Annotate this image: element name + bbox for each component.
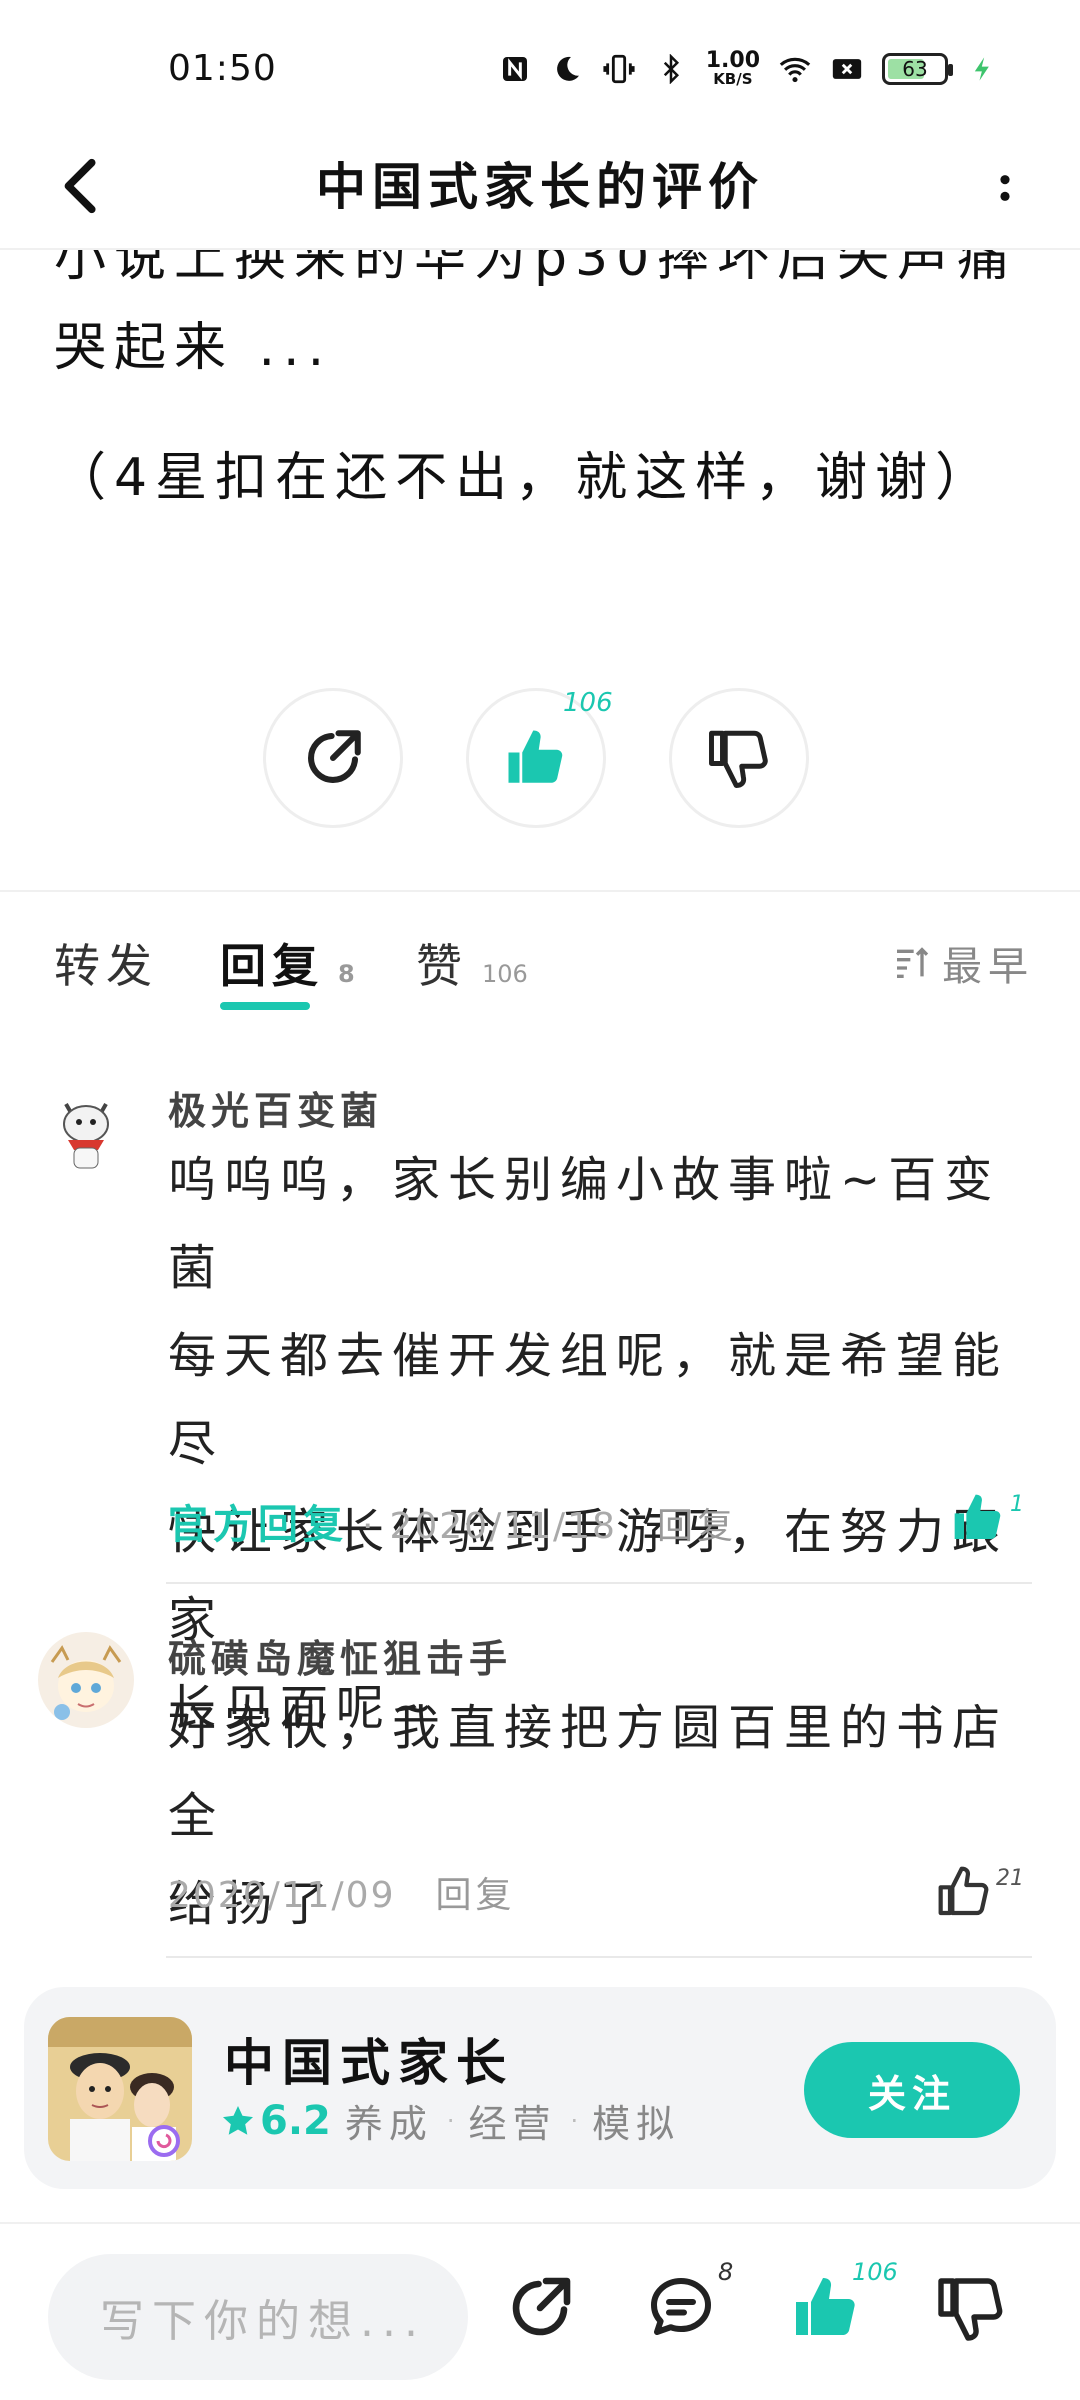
review-content: 小说上换来的华为p30摔坏后失声痛 哭起来 ... （4星扣在还不出，就这样，谢… bbox=[54, 238, 1034, 528]
charging-icon bbox=[966, 52, 1000, 86]
review-line: 哭起来 ... bbox=[54, 318, 333, 378]
thumbs-down-icon bbox=[709, 730, 768, 788]
review-note: （4星扣在还不出，就这样，谢谢） bbox=[54, 448, 996, 508]
game-rating: 6.2 bbox=[220, 2098, 331, 2144]
share-button[interactable] bbox=[504, 2272, 584, 2352]
status-bar: 01:50 1.00 KB/S 63 bbox=[0, 0, 1080, 125]
battery-icon: 63 bbox=[882, 52, 953, 85]
comment-input[interactable]: 写下你的想... bbox=[48, 2254, 468, 2380]
status-time: 01:50 bbox=[168, 48, 277, 89]
tab-like[interactable]: 赞 106 bbox=[416, 930, 528, 996]
section-divider bbox=[0, 890, 1080, 892]
vibrate-icon bbox=[602, 52, 636, 86]
thumbs-up-icon bbox=[938, 1866, 989, 1916]
comment-count: 8 bbox=[718, 2258, 734, 2286]
reply-tabs: 转发 回复 8 赞 106 最早 bbox=[54, 930, 1034, 1020]
comment-like-button[interactable]: 1 bbox=[950, 1490, 1024, 1546]
reply-button[interactable]: 回复 bbox=[436, 1866, 516, 1918]
nfc-icon bbox=[498, 52, 532, 86]
comment-author[interactable]: 极光百变菌 bbox=[168, 1080, 383, 1135]
sort-button[interactable]: 最早 bbox=[892, 934, 1034, 992]
comment-button[interactable] bbox=[645, 2272, 725, 2352]
comment-date: 2020/11/09 bbox=[168, 1875, 396, 1916]
tab-forward[interactable]: 转发 bbox=[54, 930, 158, 996]
game-card[interactable]: 中国式家长 6.2 养成 · 经营 · 模拟 关注 bbox=[24, 1987, 1056, 2189]
dislike-button[interactable] bbox=[669, 688, 809, 828]
wifi-icon bbox=[778, 52, 812, 86]
sim-off-icon bbox=[830, 52, 864, 86]
moon-icon bbox=[550, 52, 584, 86]
comment-date: 2020/11/18 bbox=[389, 1506, 617, 1547]
comment-divider bbox=[166, 1582, 1032, 1584]
avatar[interactable] bbox=[38, 1632, 134, 1728]
net-speed: 1.00 KB/S bbox=[705, 48, 760, 88]
reply-button[interactable]: 回复 bbox=[657, 1497, 737, 1549]
like-count: 106 bbox=[852, 2258, 898, 2286]
game-info-row: 6.2 养成 · 经营 · 模拟 bbox=[220, 2093, 680, 2148]
page-title: 中国式家长的评价 bbox=[316, 158, 764, 216]
like-count: 106 bbox=[563, 688, 613, 718]
comment-like-count: 1 bbox=[1010, 1492, 1024, 1517]
share-icon bbox=[512, 2277, 571, 2336]
thumbs-up-icon bbox=[508, 730, 563, 783]
star-icon bbox=[223, 2105, 253, 2135]
bluetooth-icon bbox=[654, 52, 688, 86]
sort-icon bbox=[897, 947, 929, 978]
thumbs-up-icon bbox=[954, 1494, 1001, 1539]
share-icon bbox=[308, 730, 361, 783]
game-icon[interactable] bbox=[48, 2017, 192, 2161]
game-tag: 养成 bbox=[344, 2102, 433, 2146]
thumbs-down-icon bbox=[938, 2278, 1003, 2341]
follow-button[interactable]: 关注 bbox=[804, 2042, 1020, 2138]
review-actions: 106 bbox=[263, 688, 823, 828]
comment-icon bbox=[651, 2278, 711, 2335]
comment-author[interactable]: 硫磺岛魔怔狙击手 bbox=[168, 1628, 512, 1683]
comment-like-count: 21 bbox=[996, 1866, 1024, 1891]
tab-underline bbox=[220, 1002, 310, 1010]
comment-divider bbox=[166, 1956, 1032, 1958]
official-reply-badge: 官方回复 bbox=[168, 1502, 348, 1548]
dislike-button[interactable] bbox=[935, 2272, 1015, 2352]
tab-reply[interactable]: 回复 8 bbox=[220, 930, 355, 1010]
bottom-bar: 写下你的想... 8 106 bbox=[0, 2222, 1080, 2400]
game-name: 中国式家长 bbox=[224, 2034, 514, 2092]
comment-meta: 2020/11/09 回复 bbox=[168, 1866, 516, 1918]
comment-like-button[interactable]: 21 bbox=[936, 1864, 1024, 1920]
more-vertical-icon[interactable] bbox=[980, 153, 1030, 223]
avatar[interactable] bbox=[38, 1082, 134, 1178]
game-tag: 经营 bbox=[468, 2102, 557, 2146]
game-tag: 模拟 bbox=[592, 2102, 681, 2146]
comment-meta: 官方回复 · 2020/11/18 回复 bbox=[168, 1492, 737, 1550]
share-button[interactable] bbox=[263, 688, 403, 828]
top-nav: 中国式家长的评价 bbox=[0, 125, 1080, 250]
status-icons: 1.00 KB/S 63 bbox=[498, 50, 1000, 87]
